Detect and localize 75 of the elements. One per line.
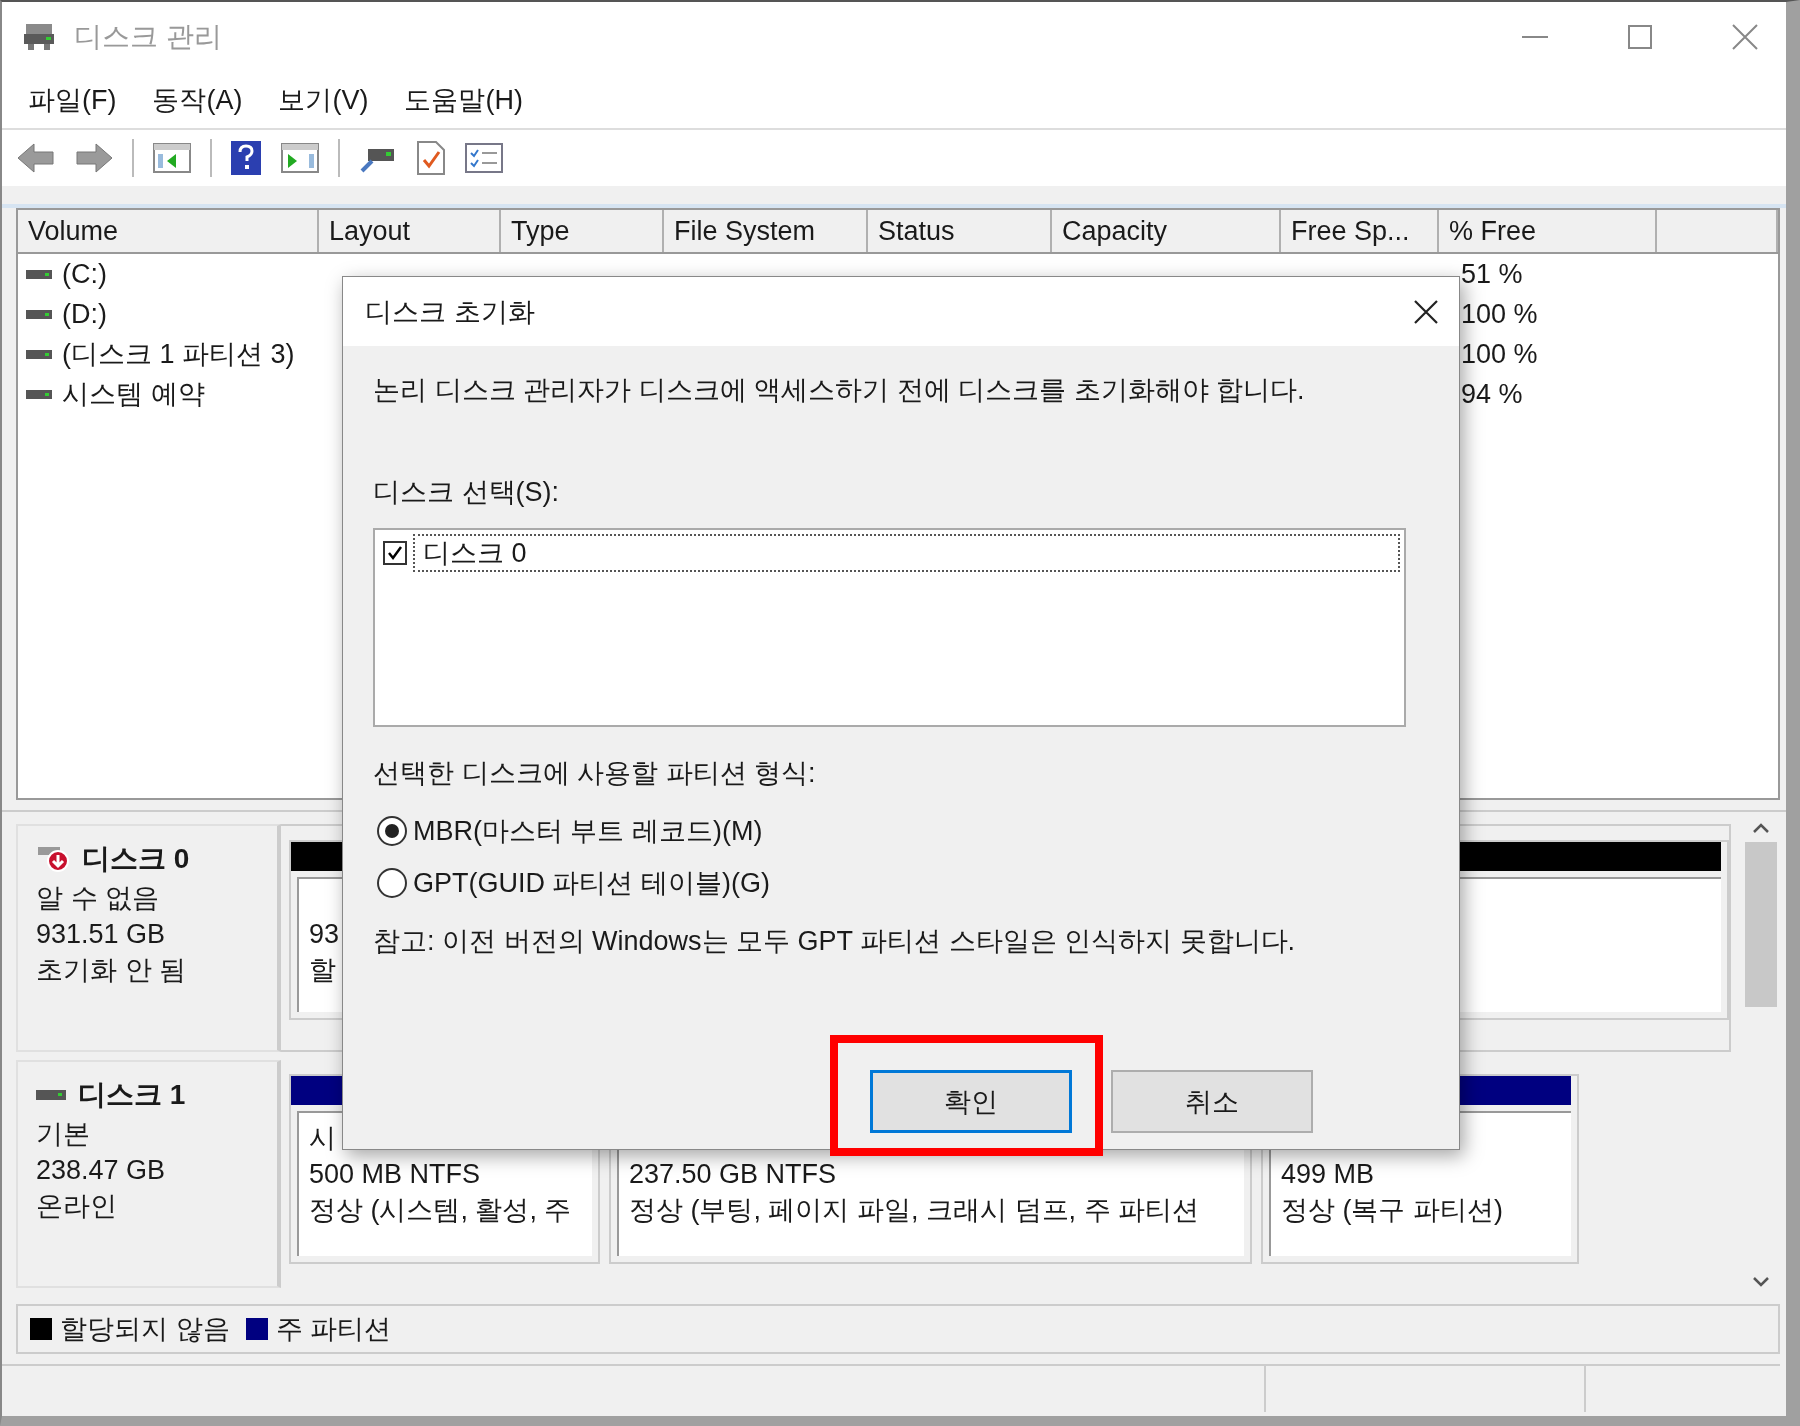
legend-label: 할당되지 않음 xyxy=(60,1313,230,1346)
table-cell: (D:) xyxy=(62,298,107,330)
partition-info: 시 xyxy=(309,1122,336,1155)
column-header[interactable]: % Free xyxy=(1439,210,1657,252)
partition-info: 500 MB NTFS xyxy=(309,1158,481,1191)
note-text: 참고: 이전 버전의 Windows는 모두 GPT 파티션 스타일은 인식하지 못합니다. xyxy=(373,925,1297,958)
radio-label[interactable]: MBR(마스터 부트 레코드)(M) xyxy=(413,813,763,849)
maximize-icon[interactable] xyxy=(1628,25,1652,49)
checklist-icon[interactable] xyxy=(464,141,504,175)
cancel-button[interactable]: 취소 xyxy=(1111,1070,1313,1133)
partition-info: 할 xyxy=(309,954,336,987)
back-arrow-icon[interactable] xyxy=(16,141,56,175)
disk-info: 온라인 xyxy=(36,1190,118,1223)
partition-info: 정상 (부팅, 페이지 파일, 크래시 덤프, 주 파티션 xyxy=(629,1194,1199,1227)
dialog-title: 디스크 초기화 xyxy=(365,295,535,329)
window-title: 디스크 관리 xyxy=(74,20,222,54)
forward-arrow-icon[interactable] xyxy=(74,141,114,175)
dialog-message: 논리 디스크 관리자가 디스크에 액세스하기 전에 디스크를 초기화해야 합니다. xyxy=(373,374,1306,407)
scroll-down-icon[interactable] xyxy=(1752,1276,1770,1288)
disk-info: 238.47 GB xyxy=(36,1154,167,1187)
drive-icon xyxy=(26,388,52,400)
table-cell-text: 100 % xyxy=(1460,338,1539,370)
list-item[interactable]: 디스크 0 xyxy=(413,534,1400,572)
column-header[interactable]: Status xyxy=(868,210,1052,252)
column-header[interactable]: Layout xyxy=(319,210,501,252)
column-header[interactable]: File System xyxy=(664,210,868,252)
table-cell-text: 시스템 예약 xyxy=(62,378,205,411)
drive-icon xyxy=(26,308,52,320)
table-cell-text: 94 % xyxy=(1460,378,1524,410)
column-header[interactable]: Type xyxy=(501,210,664,252)
checkmark-icon xyxy=(386,544,404,562)
radio-button[interactable] xyxy=(377,868,407,898)
radio-label[interactable]: GPT(GUID 파티션 테이블)(G) xyxy=(413,865,770,901)
partition-info: 499 MB xyxy=(1281,1158,1375,1191)
drive-icon xyxy=(36,1090,66,1100)
drive-icon xyxy=(26,268,52,280)
checkbox[interactable] xyxy=(383,541,407,565)
drive-icon xyxy=(26,348,52,360)
partition-info: 237.50 GB NTFS xyxy=(629,1158,837,1191)
minimize-icon[interactable] xyxy=(1522,35,1548,39)
menu-item[interactable]: 보기(V) xyxy=(278,82,369,118)
close-icon[interactable] xyxy=(1413,298,1439,325)
partition-info: 정상 (복구 파티션) xyxy=(1281,1194,1503,1227)
help-icon[interactable] xyxy=(230,140,262,176)
disk-info: 알 수 없음 xyxy=(36,882,160,915)
legend-label: 주 파티션 xyxy=(275,1313,392,1346)
table-cell-text: 100 % xyxy=(1460,298,1539,330)
table-cell-text: (디스크 1 파티션 3) xyxy=(62,338,295,371)
ok-button[interactable]: 확인 xyxy=(870,1070,1072,1133)
menu-item[interactable]: 도움말(H) xyxy=(404,82,523,118)
scrollbar-thumb[interactable] xyxy=(1745,842,1777,1007)
disk-info: 기본 xyxy=(36,1118,91,1151)
menu-item[interactable]: 파일(F) xyxy=(28,82,117,118)
field-label: 디스크 선택(S): xyxy=(373,476,560,509)
table-cell-text: 51 % xyxy=(1460,258,1524,290)
disk-info: 초기화 안 됨 xyxy=(36,954,187,987)
partition-info: 93 xyxy=(309,918,340,951)
column-header[interactable]: Capacity xyxy=(1052,210,1281,252)
panel-icon[interactable] xyxy=(280,141,320,175)
column-header[interactable]: Free Sp... xyxy=(1281,210,1439,252)
scroll-up-icon[interactable] xyxy=(1752,822,1770,834)
radio-button[interactable] xyxy=(377,816,407,846)
disk-label-panel[interactable]: 디스크 0 알 수 없음 931.51 GB 초기화 안 됨 xyxy=(16,824,281,1052)
column-header[interactable]: Volume xyxy=(18,210,319,252)
disk-name: 디스크 1 xyxy=(78,1078,186,1112)
checked-document-icon[interactable] xyxy=(416,140,446,176)
field-label: 선택한 디스크에 사용할 파티션 형식: xyxy=(373,757,817,790)
table-cell: (C:) xyxy=(62,258,107,290)
partition-info: 정상 (시스템, 활성, 주 xyxy=(309,1194,572,1227)
panel-icon[interactable] xyxy=(152,141,192,175)
disk-error-icon xyxy=(36,845,70,873)
disk-name: 디스크 0 xyxy=(82,842,190,876)
disk-info: 931.51 GB xyxy=(36,918,167,951)
menu-item[interactable]: 동작(A) xyxy=(152,82,243,118)
disk-label-panel[interactable]: 디스크 1 기본 238.47 GB 온라인 xyxy=(16,1060,281,1288)
